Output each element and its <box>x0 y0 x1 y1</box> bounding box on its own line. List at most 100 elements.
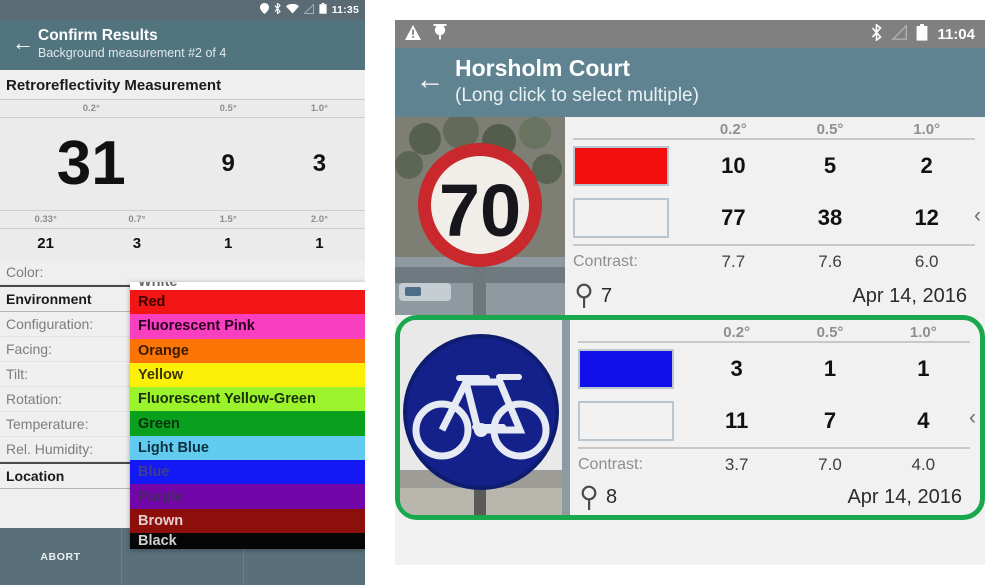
color-swatch <box>578 349 674 389</box>
sign-thumbnail-speed-limit[interactable]: 70 <box>395 117 565 315</box>
sign-post-marker-icon <box>573 283 595 309</box>
card-footer-row: 7 Apr 14, 2016 <box>573 278 975 314</box>
card-angle-headers: 0.2° 0.5° 1.0° <box>578 324 970 341</box>
measurement-values-row2: 21 3 1 1 <box>0 229 365 260</box>
card-body: 0.2° 0.5° 1.0° 10 5 2 77 38 12 Contrast:… <box>565 117 985 315</box>
right-status-left-icons <box>405 24 447 44</box>
measurement-values-row1: 31 9 3 <box>0 118 365 210</box>
field-label: Environment <box>6 291 92 307</box>
contrast-value: 7.6 <box>818 252 842 271</box>
field-label: Temperature: <box>6 416 89 432</box>
dropdown-item-fluorescent-pink[interactable]: Fluorescent Pink <box>130 314 365 339</box>
chevron-left-icon[interactable]: ‹ <box>974 204 981 228</box>
contrast-value: 3.7 <box>724 454 749 474</box>
left-app-bar-texts: Confirm Results Background measurement #… <box>38 26 226 61</box>
dropdown-item-label: Red <box>138 294 166 311</box>
angle-header-cell: 0.2° <box>719 121 747 138</box>
card-value: 4 <box>917 408 930 433</box>
measurement-card-list: 70 0.2° 0.5° 1.0° 10 5 2 77 38 12 Contra… <box>395 117 985 520</box>
card-value-block: 10 5 2 77 38 12 <box>573 138 975 246</box>
chevron-left-icon[interactable]: ‹ <box>969 406 976 430</box>
angle-header-cell: 0.7° <box>128 214 146 225</box>
measurement-angles-header-row1: 0.2° 0.5° 1.0° <box>0 100 365 118</box>
card-contrast-row: Contrast: 3.7 7.0 4.0 <box>578 449 970 480</box>
card-footer-row: 8 Apr 14, 2016 <box>578 480 970 515</box>
white-swatch <box>578 401 674 441</box>
card-value: 3 <box>730 356 743 381</box>
dropdown-item-green[interactable]: Green <box>130 411 365 436</box>
dropdown-item-brown[interactable]: Brown <box>130 508 365 533</box>
angle-header-cell: 1.0° <box>310 103 328 114</box>
right-phone-panel: 11:04 ← Horsholm Court (Long click to se… <box>395 20 985 565</box>
back-arrow-icon[interactable]: ← <box>405 53 455 95</box>
screenshot-root: 11:35 ← Confirm Results Background measu… <box>0 0 1000 585</box>
card-body: 0.2° 0.5° 1.0° 3 1 1 11 7 4 Contrast: 3.… <box>570 320 980 515</box>
card-white-values-row: 11 7 4 <box>578 395 970 447</box>
dropdown-item-light-blue[interactable]: Light Blue <box>130 435 365 461</box>
dropdown-item-label: Fluorescent Pink <box>138 318 255 335</box>
dropdown-item-label: Blue <box>138 464 170 481</box>
bluetooth-icon <box>274 2 281 17</box>
card-value: 5 <box>823 153 837 178</box>
card-date: Apr 14, 2016 <box>847 486 962 509</box>
angle-header-cell: 0.2° <box>723 324 751 341</box>
measurement-value: 3 <box>132 235 142 252</box>
right-app-bar: ← Horsholm Court (Long click to select m… <box>395 48 985 117</box>
field-label: Configuration: <box>6 316 94 332</box>
contrast-label: Contrast: <box>573 253 638 270</box>
dropdown-item-blue[interactable]: Blue <box>130 460 365 485</box>
dropdown-item-yellow[interactable]: Yellow <box>130 362 365 388</box>
back-arrow-icon[interactable]: ← <box>8 26 38 54</box>
battery-icon <box>916 23 928 45</box>
card-value: 10 <box>721 153 746 178</box>
signal-icon <box>891 23 908 44</box>
bluetooth-icon <box>871 22 883 45</box>
angle-header-cell: 1.0° <box>913 121 941 138</box>
dropdown-item-orange[interactable]: Orange <box>130 338 365 363</box>
measurement-card-selected[interactable]: 0.2° 0.5° 1.0° 3 1 1 11 7 4 Contrast: 3.… <box>395 315 985 520</box>
angle-header-cell: 1.0° <box>909 324 937 341</box>
warning-triangle-icon <box>405 24 421 44</box>
marker-number: 7 <box>601 284 613 307</box>
color-dropdown-list[interactable]: White Red Fluorescent Pink Orange Yellow… <box>130 282 365 549</box>
dropdown-item-label: Green <box>138 415 180 432</box>
card-color-values-row: 10 5 2 <box>573 140 975 192</box>
card-value: 1 <box>917 356 930 381</box>
angle-header-cell: 2.0° <box>310 214 328 225</box>
dropdown-item-white[interactable]: White <box>130 282 365 290</box>
card-value: 77 <box>721 205 746 230</box>
dropdown-item-label: Brown <box>138 512 184 529</box>
dropdown-item-label: Light Blue <box>138 439 209 456</box>
card-value: 11 <box>725 408 749 433</box>
measurement-value: 21 <box>37 235 54 252</box>
contrast-value: 7.7 <box>721 252 746 271</box>
dropdown-item-black[interactable]: Black <box>130 532 365 549</box>
swatch-wrap <box>573 198 685 238</box>
dropdown-item-fluorescent-yellow-green[interactable]: Fluorescent Yellow-Green <box>130 387 365 412</box>
measurement-value: 9 <box>221 150 235 177</box>
left-app-bar: ← Confirm Results Background measurement… <box>0 20 365 70</box>
card-date: Apr 14, 2016 <box>852 284 967 307</box>
dropdown-item-purple[interactable]: Purple <box>130 484 365 509</box>
right-status-bar: 11:04 <box>395 20 985 48</box>
left-status-bar: 11:35 <box>0 0 365 20</box>
swatch-wrap <box>573 146 685 186</box>
contrast-value: 6.0 <box>914 252 939 271</box>
page-title: Confirm Results <box>38 27 158 44</box>
battery-icon <box>319 3 327 17</box>
contrast-value: 7.0 <box>818 454 842 474</box>
dropdown-item-label: Purple <box>138 488 184 505</box>
abort-button[interactable]: ABORT <box>0 528 122 585</box>
angle-header-cell: 0.2° <box>82 103 100 114</box>
marker-number: 8 <box>606 486 618 509</box>
field-label: Rel. Humidity: <box>6 441 94 457</box>
angle-header-cell: 0.33° <box>34 214 57 225</box>
measurement-value: 1 <box>315 235 324 252</box>
field-label: Facing: <box>6 341 52 357</box>
card-white-values-row: 77 38 12 <box>573 192 975 244</box>
sign-thumbnail-bicycle[interactable] <box>400 320 570 515</box>
swatch-wrap <box>578 401 690 441</box>
measurement-card[interactable]: 70 0.2° 0.5° 1.0° 10 5 2 77 38 12 Contra… <box>395 117 985 315</box>
dropdown-item-red[interactable]: Red <box>130 290 365 315</box>
right-app-bar-texts: Horsholm Court (Long click to select mul… <box>455 53 699 109</box>
